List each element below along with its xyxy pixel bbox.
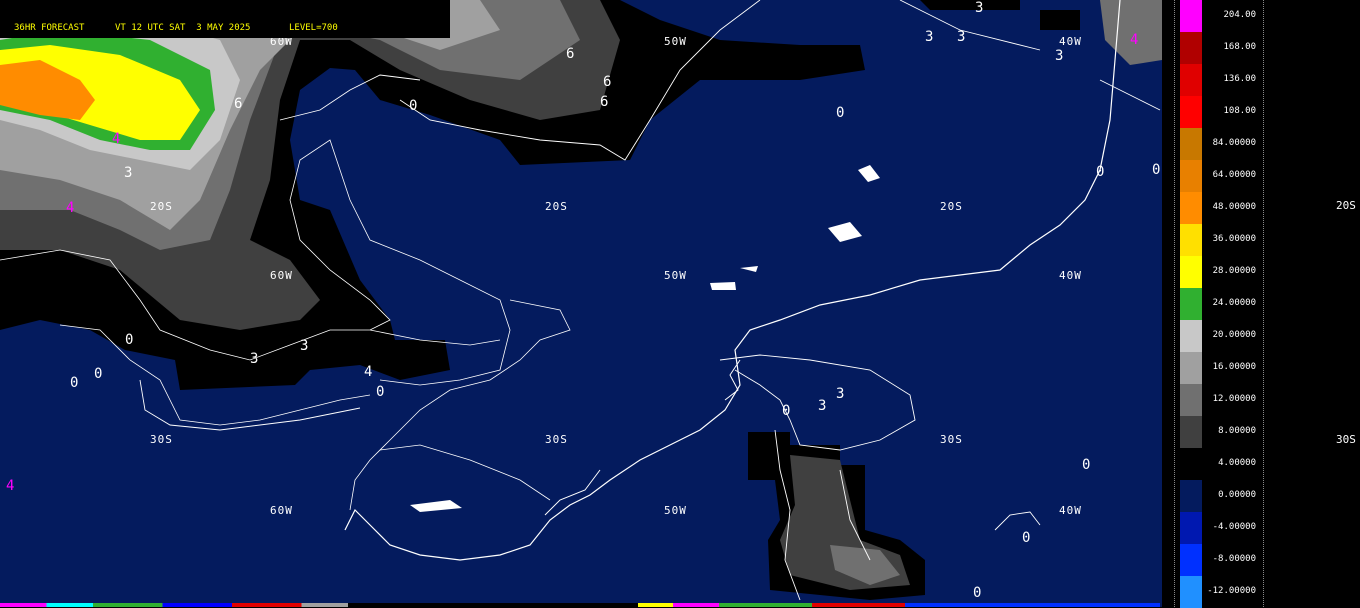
forecast-title: 36HR FORECAST bbox=[14, 23, 85, 33]
legend-label: -4.00000 bbox=[1212, 522, 1256, 532]
legend-swatch bbox=[1180, 512, 1202, 544]
contour-value: 3 bbox=[124, 165, 132, 181]
legend-swatch bbox=[1180, 416, 1202, 448]
legend-separator bbox=[1174, 0, 1175, 607]
legend-label: 64.00000 bbox=[1212, 170, 1256, 180]
legend-swatch bbox=[1180, 320, 1202, 352]
legend-label: 48.00000 bbox=[1212, 202, 1256, 212]
color-legend: 204.00 168.00 136.00 108.00 84.00000 64.00000… bbox=[1162, 0, 1360, 608]
contour-value: 0 bbox=[1152, 162, 1160, 178]
legend-swatch bbox=[1180, 448, 1202, 480]
contour-value: 0 bbox=[94, 366, 102, 382]
lat-label: 20S bbox=[545, 200, 568, 213]
contour-value: 4 bbox=[66, 200, 74, 216]
contour-value: 6 bbox=[234, 96, 242, 112]
lon-label: 50W bbox=[664, 35, 687, 48]
legend-label: 0.00000 bbox=[1218, 490, 1256, 500]
lat-label: 30S bbox=[940, 433, 963, 446]
legend-swatch bbox=[1180, 96, 1202, 128]
lon-label: 60W bbox=[270, 269, 293, 282]
map-header: 36HR FORECAST VT 12 UTC SAT 3 MAY 2025 L… bbox=[0, 0, 450, 38]
legend-label: 136.00 bbox=[1223, 74, 1256, 84]
contour-value: 0 bbox=[376, 384, 384, 400]
contour-value: 4 bbox=[364, 364, 372, 380]
contour-value: 0 bbox=[70, 375, 78, 391]
legend-label: 16.00000 bbox=[1212, 362, 1256, 372]
contour-value: 4 bbox=[1130, 32, 1138, 48]
contour-value: 0 bbox=[836, 105, 844, 121]
contour-value: 3 bbox=[300, 338, 308, 354]
contour-value: 0 bbox=[782, 403, 790, 419]
legend-label: 28.00000 bbox=[1212, 266, 1256, 276]
lon-label: 40W bbox=[1059, 269, 1082, 282]
legend-swatch bbox=[1180, 288, 1202, 320]
legend-swatch bbox=[1180, 32, 1202, 64]
legend-swatch bbox=[1180, 192, 1202, 224]
contour-value: 6 bbox=[566, 46, 574, 62]
lat-label: 20S bbox=[150, 200, 173, 213]
lat-label: 30S bbox=[150, 433, 173, 446]
contour-value: 3 bbox=[250, 351, 258, 367]
lon-label: 50W bbox=[664, 269, 687, 282]
legend-swatch bbox=[1180, 384, 1202, 416]
legend-swatch bbox=[1180, 128, 1202, 160]
contour-value: 3 bbox=[975, 0, 983, 16]
contour-value: 6 bbox=[603, 74, 611, 90]
contour-value: 4 bbox=[112, 131, 120, 147]
forecast-map: 20S 20S 20S 30S 30S 30S 60W 50W 40W 60W … bbox=[0, 0, 1162, 607]
legend-label: -8.00000 bbox=[1212, 554, 1256, 564]
level-label: LEVEL=700 bbox=[289, 23, 338, 33]
legend-label: 4.00000 bbox=[1218, 458, 1256, 468]
contour-value: 4 bbox=[6, 478, 14, 494]
island-cluster-3 bbox=[710, 282, 736, 290]
offscreen-lat-label: 20S bbox=[1336, 199, 1356, 212]
legend-label: 8.00000 bbox=[1218, 426, 1256, 436]
legend-swatch bbox=[1180, 160, 1202, 192]
lon-label: 60W bbox=[270, 504, 293, 517]
legend-swatch bbox=[1180, 352, 1202, 384]
legend-swatch bbox=[1180, 544, 1202, 576]
legend-label: -12.00000 bbox=[1207, 586, 1256, 596]
legend-label: 12.00000 bbox=[1212, 394, 1256, 404]
legend-label: 108.00 bbox=[1223, 106, 1256, 116]
humidity-region-top-blob bbox=[920, 0, 1020, 10]
legend-swatch bbox=[1180, 224, 1202, 256]
legend-label: 24.00000 bbox=[1212, 298, 1256, 308]
legend-label: 36.00000 bbox=[1212, 234, 1256, 244]
lat-label: 30S bbox=[545, 433, 568, 446]
contour-value: 0 bbox=[125, 332, 133, 348]
contour-value: 6 bbox=[600, 94, 608, 110]
bottom-color-strip bbox=[0, 603, 1160, 607]
contour-value: 3 bbox=[957, 29, 965, 45]
contour-value: 0 bbox=[973, 585, 981, 601]
contour-value: 0 bbox=[409, 98, 417, 114]
legend-separator bbox=[1263, 0, 1264, 607]
contour-value: 0 bbox=[1022, 530, 1030, 546]
legend-swatch bbox=[1180, 256, 1202, 288]
humidity-region-top-blob-2 bbox=[1040, 10, 1080, 30]
contour-value: 3 bbox=[1055, 48, 1063, 64]
legend-label: 168.00 bbox=[1223, 42, 1256, 52]
legend-swatch bbox=[1180, 64, 1202, 96]
lat-label: 20S bbox=[940, 200, 963, 213]
legend-swatch bbox=[1180, 480, 1202, 512]
legend-swatch bbox=[1180, 0, 1202, 32]
contour-value: 3 bbox=[925, 29, 933, 45]
offscreen-lat-label: 30S bbox=[1336, 433, 1356, 446]
lon-label: 40W bbox=[1059, 504, 1082, 517]
contour-value: 0 bbox=[1082, 457, 1090, 473]
legend-label: 204.00 bbox=[1223, 10, 1256, 20]
contour-value: 3 bbox=[836, 386, 844, 402]
legend-swatch bbox=[1180, 576, 1202, 608]
contour-value: 3 bbox=[818, 398, 826, 414]
legend-label: 20.00000 bbox=[1212, 330, 1256, 340]
lon-label: 40W bbox=[1059, 35, 1082, 48]
contour-value: 0 bbox=[1096, 164, 1104, 180]
lon-label: 50W bbox=[664, 504, 687, 517]
valid-time: VT 12 UTC SAT 3 MAY 2025 bbox=[115, 23, 251, 33]
legend-label: 84.00000 bbox=[1212, 138, 1256, 148]
